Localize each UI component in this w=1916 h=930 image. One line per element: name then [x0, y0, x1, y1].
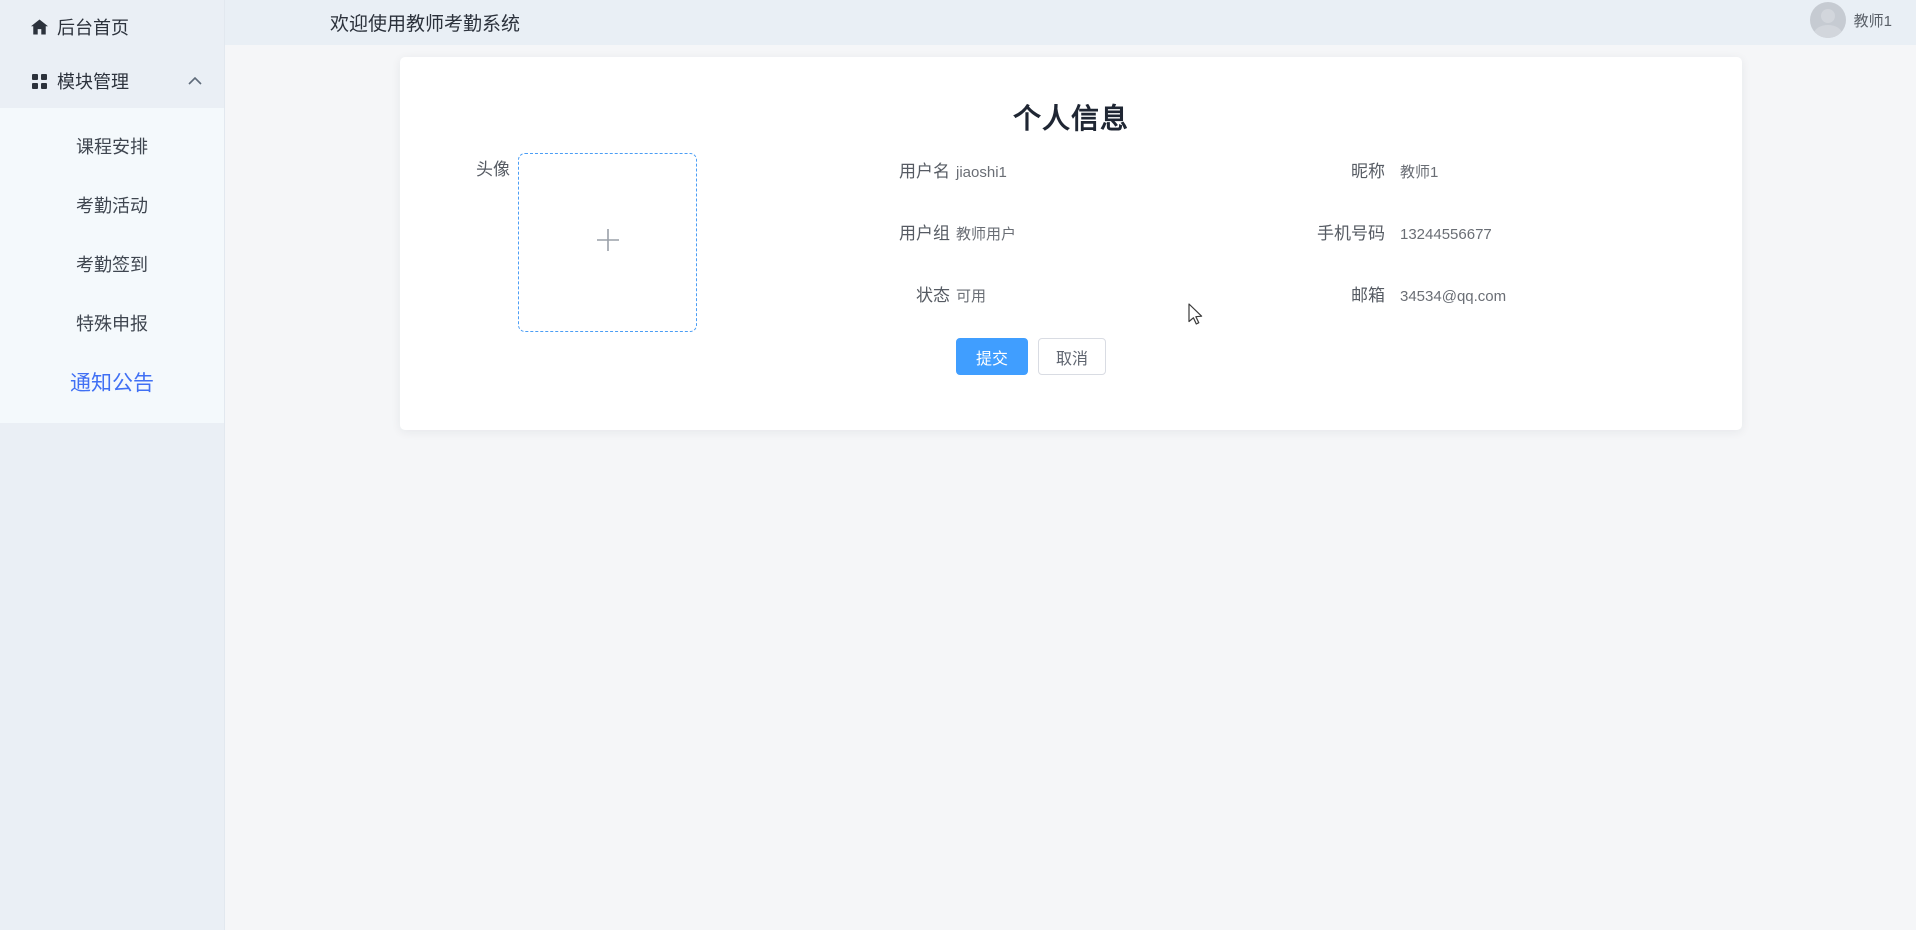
- chevron-up-icon: [188, 77, 202, 85]
- grid-icon: [30, 72, 48, 90]
- email-label: 邮箱: [1351, 286, 1385, 305]
- top-header: 欢迎使用教师考勤系统 教师1: [225, 0, 1916, 45]
- phone-label: 手机号码: [1317, 224, 1385, 243]
- nickname-label: 昵称: [1351, 162, 1385, 181]
- sidebar-item-label: 模块管理: [57, 72, 129, 92]
- sidebar-item-label: 后台首页: [57, 18, 129, 38]
- username-label: 用户名: [899, 162, 950, 181]
- cancel-button[interactable]: 取消: [1038, 338, 1106, 375]
- page-title: 个人信息: [1012, 103, 1129, 134]
- sidebar-item-attendance-activity[interactable]: 考勤活动: [0, 177, 224, 236]
- main-area: 欢迎使用教师考勤系统 教师1 个人信息 头像 用户名 jiaoshi1 用户组 …: [225, 0, 1916, 930]
- home-icon: [30, 18, 48, 36]
- profile-card: 个人信息 头像 用户名 jiaoshi1 用户组 教师用户 状态 可用 昵称 教…: [400, 57, 1742, 430]
- group-value: 教师用户: [956, 226, 1017, 243]
- avatar-field-label: 头像: [476, 160, 510, 179]
- submit-button[interactable]: 提交: [956, 338, 1028, 375]
- user-name: 教师1: [1853, 12, 1892, 30]
- sidebar-item-course-schedule[interactable]: 课程安排: [0, 118, 224, 177]
- group-label: 用户组: [899, 224, 950, 243]
- content-area: 个人信息 头像 用户名 jiaoshi1 用户组 教师用户 状态 可用 昵称 教…: [225, 45, 1916, 930]
- sidebar-submenu: 课程安排 考勤活动 考勤签到 特殊申报 通知公告: [0, 108, 224, 423]
- status-value: 可用: [956, 288, 987, 305]
- user-menu[interactable]: 教师1: [1809, 2, 1892, 38]
- sidebar-item-modules[interactable]: 模块管理: [0, 54, 224, 108]
- welcome-text: 欢迎使用教师考勤系统: [330, 14, 521, 35]
- status-label: 状态: [916, 286, 950, 305]
- app-window: 后台首页 模块管理 课程安排 考勤活动 考勤签到 特殊申报 通知公告 欢迎使用教…: [0, 0, 1916, 930]
- sidebar-item-attendance-signin[interactable]: 考勤签到: [0, 236, 224, 295]
- sidebar: 后台首页 模块管理 课程安排 考勤活动 考勤签到 特殊申报 通知公告: [0, 0, 225, 930]
- nickname-value: 教师1: [1400, 164, 1439, 181]
- sidebar-item-notice[interactable]: 通知公告: [0, 354, 224, 413]
- sidebar-item-dashboard[interactable]: 后台首页: [0, 0, 224, 54]
- sidebar-item-special-report[interactable]: 特殊申报: [0, 295, 224, 354]
- avatar-upload-box[interactable]: [518, 153, 697, 332]
- avatar[interactable]: [1809, 2, 1846, 38]
- phone-value: 13244556677: [1400, 226, 1492, 243]
- plus-icon: [595, 227, 621, 258]
- username-value: jiaoshi1: [956, 164, 1007, 181]
- email-value: 34534@qq.com: [1400, 288, 1507, 305]
